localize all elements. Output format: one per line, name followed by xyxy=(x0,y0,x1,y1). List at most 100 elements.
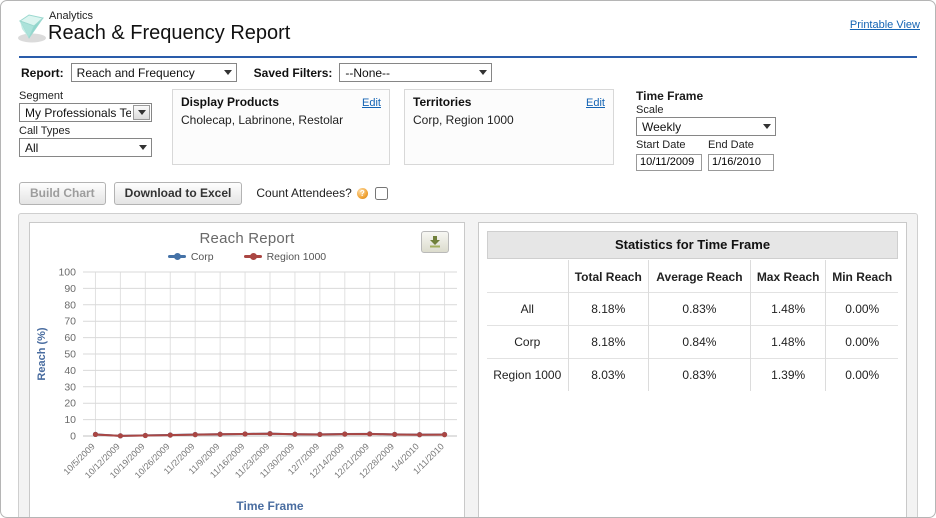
segment-label: Segment xyxy=(19,90,152,102)
chevron-down-icon xyxy=(133,105,150,120)
stats-cell: 0.00% xyxy=(826,292,898,325)
call-types-select-value: All xyxy=(25,141,38,155)
stats-row: Region 10008.03%0.83%1.39%0.00% xyxy=(487,358,898,391)
svg-text:80: 80 xyxy=(64,299,76,311)
svg-text:20: 20 xyxy=(64,397,76,409)
statistics-title: Statistics for Time Frame xyxy=(487,231,898,259)
header: Analytics Reach & Frequency Report Print… xyxy=(1,1,935,56)
stats-row-label: All xyxy=(487,292,568,325)
svg-text:40: 40 xyxy=(64,364,76,376)
svg-text:60: 60 xyxy=(64,332,76,344)
statistics-table: Total ReachAverage ReachMax ReachMin Rea… xyxy=(487,260,898,391)
segment-select-value: My Professionals Tele L xyxy=(25,106,131,120)
territories-header: Territories Edit xyxy=(413,95,605,109)
help-icon[interactable]: ? xyxy=(357,188,368,199)
chevron-down-icon xyxy=(139,145,147,150)
stats-cell: 0.84% xyxy=(649,325,751,358)
svg-text:30: 30 xyxy=(64,381,76,393)
series-marker-icon xyxy=(244,253,262,260)
stats-column-header: Max Reach xyxy=(750,260,826,293)
build-chart-button[interactable]: Build Chart xyxy=(19,182,106,205)
download-to-excel-button[interactable]: Download to Excel xyxy=(114,182,243,205)
display-products-title: Display Products xyxy=(181,95,279,109)
stats-cell: 8.18% xyxy=(568,292,649,325)
count-attendees-label: Count Attendees? xyxy=(256,186,351,200)
svg-text:90: 90 xyxy=(64,282,76,294)
report-bar: Report: Reach and Frequency Saved Filter… xyxy=(19,56,917,86)
filters-left-column: Segment My Professionals Tele L Call Typ… xyxy=(19,89,152,157)
territories-panel: Territories Edit Corp, Region 1000 xyxy=(404,89,614,165)
stats-row: Corp8.18%0.84%1.48%0.00% xyxy=(487,325,898,358)
stats-cell: 1.39% xyxy=(750,358,826,391)
legend-label: Region 1000 xyxy=(267,251,327,263)
analytics-page: Analytics Reach & Frequency Report Print… xyxy=(0,0,936,518)
stats-column-header: Min Reach xyxy=(826,260,898,293)
stats-cell: 1.48% xyxy=(750,292,826,325)
scale-select[interactable]: Weekly xyxy=(636,117,776,136)
stats-column-header: Total Reach xyxy=(568,260,649,293)
call-types-select[interactable]: All xyxy=(19,138,152,157)
svg-text:10: 10 xyxy=(64,414,76,426)
reach-chart: 010203040506070809010010/5/200910/12/200… xyxy=(33,264,463,516)
chevron-down-icon xyxy=(224,70,232,75)
download-chart-button[interactable] xyxy=(421,231,449,253)
stats-column-header xyxy=(487,260,568,293)
legend-item[interactable]: Corp xyxy=(168,250,214,264)
display-products-value: Cholecap, Labrinone, Restolar xyxy=(181,113,381,127)
chart-legend: Corp Region 1000 xyxy=(30,250,464,264)
call-types-label: Call Types xyxy=(19,125,152,137)
end-date-label: End Date xyxy=(708,139,774,151)
stats-cell: 0.83% xyxy=(649,358,751,391)
territories-edit-link[interactable]: Edit xyxy=(586,97,605,109)
territories-value: Corp, Region 1000 xyxy=(413,113,605,127)
svg-text:100: 100 xyxy=(58,266,76,278)
printable-view-link[interactable]: Printable View xyxy=(850,19,920,31)
svg-text:0: 0 xyxy=(70,430,76,442)
chart-title: Reach Report xyxy=(30,230,464,247)
count-attendees-checkbox[interactable] xyxy=(375,187,388,200)
stats-row: All8.18%0.83%1.48%0.00% xyxy=(487,292,898,325)
filters-section: Segment My Professionals Tele L Call Typ… xyxy=(19,89,917,171)
start-date-input[interactable] xyxy=(636,154,702,171)
date-range: Start Date End Date xyxy=(636,138,776,171)
territories-title: Territories xyxy=(413,95,471,109)
stats-cell: 0.83% xyxy=(649,292,751,325)
end-date-input[interactable] xyxy=(708,154,774,171)
reach-chart-panel: Reach Report Corp Region 1000 0 10 20 30 40 50… xyxy=(29,222,465,518)
saved-filters-label: Saved Filters: xyxy=(254,66,333,80)
svg-text:Time Frame: Time Frame xyxy=(236,499,303,513)
statistics-header-row: Total ReachAverage ReachMax ReachMin Rea… xyxy=(487,260,898,293)
scale-select-value: Weekly xyxy=(642,120,681,134)
report-label: Report: xyxy=(21,66,64,80)
app-label: Analytics xyxy=(49,10,93,22)
statistics-panel: Statistics for Time Frame Total ReachAve… xyxy=(478,222,907,518)
series-marker-icon xyxy=(168,253,186,260)
download-icon xyxy=(428,235,442,248)
svg-text:Reach (%): Reach (%) xyxy=(36,327,48,381)
saved-filters-select[interactable]: --None-- xyxy=(339,63,492,82)
stats-cell: 1.48% xyxy=(750,325,826,358)
actions-bar: Build Chart Download to Excel Count Atte… xyxy=(19,182,917,205)
stats-row-label: Corp xyxy=(487,325,568,358)
report-select[interactable]: Reach and Frequency xyxy=(71,63,237,82)
stats-cell: 0.00% xyxy=(826,358,898,391)
page-title: Reach & Frequency Report xyxy=(48,22,290,45)
stats-cell: 8.18% xyxy=(568,325,649,358)
gem-icon xyxy=(12,10,49,44)
stats-column-header: Average Reach xyxy=(649,260,751,293)
start-date-label: Start Date xyxy=(636,139,702,151)
main-content: Reach Report Corp Region 1000 0 10 20 30 40 50… xyxy=(18,213,918,518)
chevron-down-icon xyxy=(479,70,487,75)
svg-text:70: 70 xyxy=(64,315,76,327)
display-products-header: Display Products Edit xyxy=(181,95,381,109)
svg-text:50: 50 xyxy=(64,348,76,360)
segment-select[interactable]: My Professionals Tele L xyxy=(19,103,152,122)
chevron-down-icon xyxy=(763,124,771,129)
legend-label: Corp xyxy=(191,251,214,263)
display-products-panel: Display Products Edit Cholecap, Labrinon… xyxy=(172,89,390,165)
time-frame-title: Time Frame xyxy=(636,89,776,103)
display-products-edit-link[interactable]: Edit xyxy=(362,97,381,109)
scale-label: Scale xyxy=(636,104,776,116)
time-frame-group: Time Frame Scale Weekly Start Date End D… xyxy=(636,89,776,171)
legend-item[interactable]: Region 1000 xyxy=(244,250,327,264)
